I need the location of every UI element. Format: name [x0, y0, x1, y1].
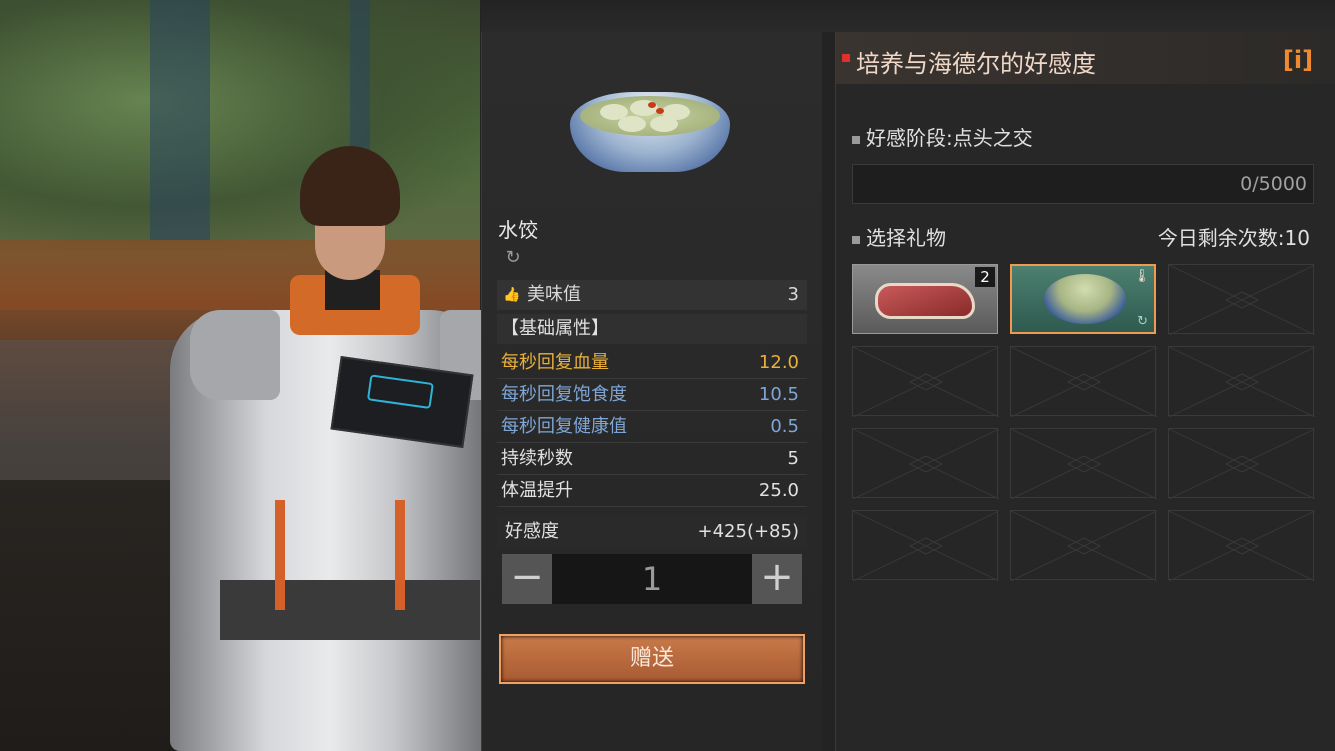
character-haider [150, 140, 520, 751]
empty-gift-slot[interactable] [852, 428, 999, 499]
stat-label: 每秒回复饱食度 [501, 384, 627, 405]
stat-row: 每秒回复血量 12.0 [497, 348, 807, 379]
quantity-stepper: − 1 + [502, 554, 802, 604]
decrease-button[interactable]: − [502, 554, 552, 604]
character-hair [300, 146, 400, 226]
progress-text: 0/5000 [1240, 173, 1307, 195]
stat-row: 体温提升 25.0 [497, 476, 807, 507]
stat-value: 25.0 [758, 480, 799, 501]
quantity-value[interactable]: 1 [552, 554, 752, 604]
empty-gift-slot[interactable] [852, 510, 999, 581]
thumbs-up-icon: 👍 [503, 287, 521, 303]
stat-row: 每秒回复饱食度 10.5 [497, 380, 807, 411]
section-title: 【基础属性】 [497, 314, 807, 344]
info-button[interactable]: [i] [1280, 46, 1316, 74]
taste-value: 3 [787, 284, 799, 305]
affinity-header: 培养与海德尔的好感度 [i] [836, 32, 1335, 84]
select-gift-label: 选择礼物 [852, 222, 946, 251]
stat-row: 每秒回复健康值 0.5 [497, 412, 807, 443]
recycle-swirl-icon: ↻ [505, 247, 521, 268]
title-marker [842, 54, 850, 62]
affinity-gain-row: 好感度 +425(+85) [497, 515, 807, 549]
empty-gift-slot[interactable] [1168, 428, 1315, 499]
shoulder-armor-left [190, 310, 280, 400]
stat-value: 10.5 [758, 384, 799, 405]
stat-label: 持续秒数 [501, 448, 573, 469]
affinity-stage: 好感阶段:点头之交 [852, 122, 1033, 151]
affinity-title: 培养与海德尔的好感度 [856, 50, 1096, 78]
stat-value: 12.0 [758, 352, 799, 373]
stat-label: 体温提升 [501, 480, 573, 501]
stat-value: 5 [787, 448, 799, 469]
taste-row: 👍 美味值 3 [497, 280, 807, 310]
item-name: 水饺 [498, 218, 538, 242]
item-detail-panel: 水饺 ↻ 👍 美味值 3 【基础属性】 每秒回复血量 12.0 每秒回复饱食度 … [481, 32, 822, 751]
gift-slot-dumpling-bowl[interactable]: 🌡 ↻ [1010, 264, 1156, 334]
recycle-swirl-icon: ↻ [1137, 314, 1148, 329]
stat-row: 持续秒数 5 [497, 444, 807, 475]
empty-gift-slot[interactable] [1168, 510, 1315, 581]
info-icon: i [1293, 46, 1303, 74]
taste-label: 美味值 [527, 284, 581, 305]
meat-icon [875, 283, 975, 319]
empty-gift-slot[interactable] [1010, 428, 1157, 499]
affinity-panel: 培养与海德尔的好感度 [i] 好感阶段:点头之交 0/5000 选择礼物 今日剩… [835, 32, 1335, 751]
stat-label: 每秒回复血量 [501, 352, 609, 373]
give-button[interactable]: 赠送 [499, 634, 805, 684]
stat-label: 每秒回复健康值 [501, 416, 627, 437]
empty-gift-slot[interactable] [852, 346, 999, 417]
empty-gift-slot[interactable] [1010, 346, 1157, 417]
gift-slot-meat[interactable]: 2 [852, 264, 998, 334]
temperature-up-icon: 🌡 [1133, 269, 1150, 284]
empty-gift-slot[interactable] [1010, 510, 1157, 581]
empty-gift-slot[interactable] [1168, 264, 1315, 335]
affinity-gain-label: 好感度 [505, 521, 559, 542]
dumpling-bowl-icon [1044, 274, 1126, 324]
affinity-gain-value: +425(+85) [697, 521, 799, 542]
dumpling-bowl-image [570, 72, 730, 182]
stat-value: 0.5 [770, 416, 799, 437]
gift-count: 2 [975, 267, 995, 287]
remaining-count: 今日剩余次数:10 [1157, 226, 1310, 250]
character-belt [220, 580, 480, 640]
empty-gift-slot[interactable] [1168, 346, 1315, 417]
affinity-progress-bar: 0/5000 [852, 164, 1314, 204]
increase-button[interactable]: + [752, 554, 802, 604]
